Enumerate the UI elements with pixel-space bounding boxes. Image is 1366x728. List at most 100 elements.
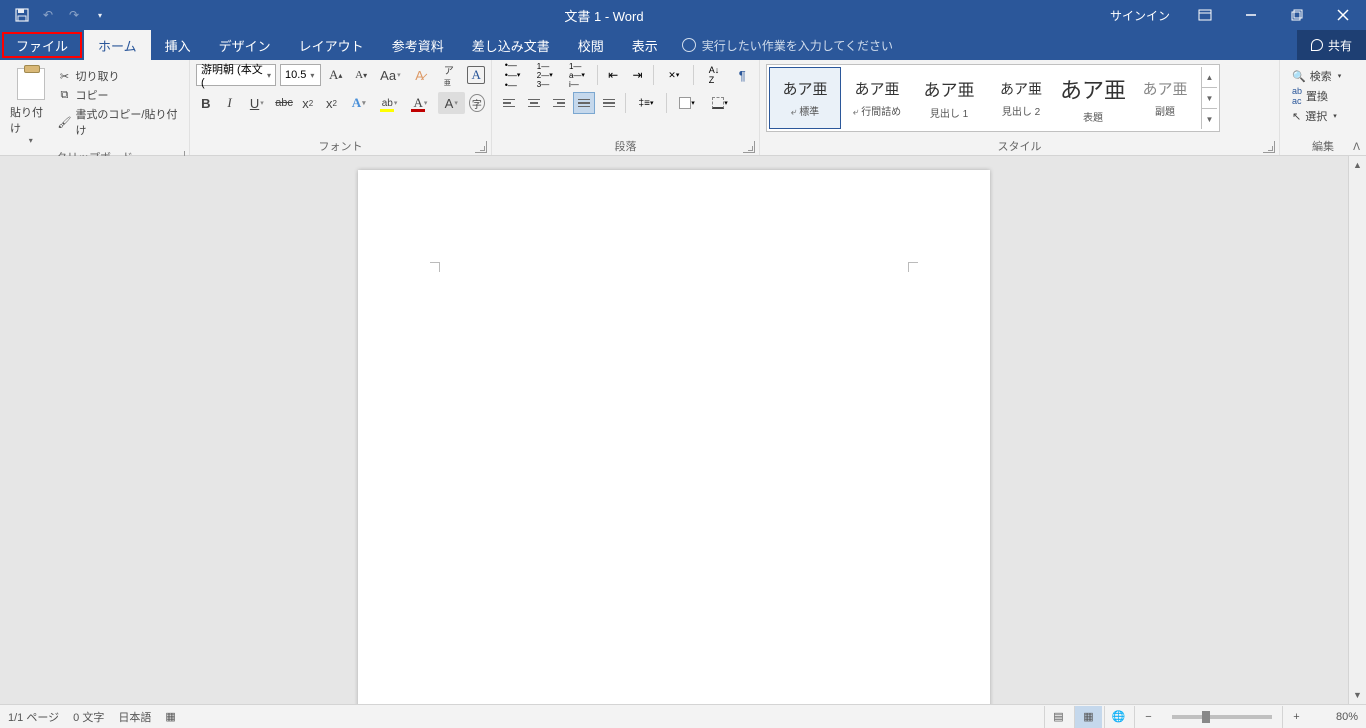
title-bar: ↶ ↷ ▾ 文書 1 - Word サインイン <box>0 0 1366 30</box>
char-shading-button[interactable]: A▾ <box>438 92 465 114</box>
gallery-down-icon[interactable]: ▼ <box>1202 88 1217 109</box>
font-label: フォント <box>319 138 363 154</box>
tab-mailings[interactable]: 差し込み文書 <box>458 30 564 60</box>
italic-button[interactable]: I <box>220 92 240 114</box>
bulb-icon <box>682 38 696 52</box>
maximize-icon[interactable] <box>1274 0 1320 30</box>
vertical-scrollbar[interactable]: ▲ ▼ <box>1348 156 1366 704</box>
replace-button[interactable]: abac置換 <box>1292 86 1341 106</box>
tab-home[interactable]: ホーム <box>84 30 151 60</box>
group-styles: あア亜⤶ 標準 あア亜⤶ 行間詰め あア亜見出し 1 あア亜見出し 2 あア亜表… <box>760 60 1280 155</box>
clear-formatting-button[interactable]: A̷ <box>409 64 430 86</box>
search-icon: 🔍 <box>1292 70 1306 83</box>
zoom-slider[interactable] <box>1172 715 1272 719</box>
undo-icon[interactable]: ↶ <box>38 5 58 25</box>
document-page[interactable] <box>358 170 990 704</box>
align-center-button[interactable] <box>523 92 545 114</box>
decrease-indent-button[interactable]: ⇤ <box>602 64 623 86</box>
style-subtitle[interactable]: あア亜副題 <box>1129 67 1201 129</box>
style-normal[interactable]: あア亜⤶ 標準 <box>769 67 841 129</box>
signin-button[interactable]: サインイン <box>1098 7 1182 24</box>
margin-corner-icon <box>430 262 440 272</box>
tab-layout[interactable]: レイアウト <box>285 30 378 60</box>
style-heading2[interactable]: あア亜見出し 2 <box>985 67 1057 129</box>
gallery-more-icon[interactable]: ▼ <box>1202 109 1217 129</box>
char-border-button[interactable]: A <box>467 66 485 84</box>
format-painter-button[interactable]: 🖌書式のコピー/貼り付け <box>57 106 181 138</box>
asian-layout-button[interactable]: ✕▾ <box>659 64 688 86</box>
qat-dropdown-icon[interactable]: ▾ <box>90 5 110 25</box>
minimize-icon[interactable] <box>1228 0 1274 30</box>
dialog-launcher-icon[interactable] <box>475 141 487 153</box>
phonetic-guide-button[interactable]: ア亜 <box>434 64 463 86</box>
style-heading1[interactable]: あア亜見出し 1 <box>913 67 985 129</box>
collapse-ribbon-icon[interactable]: ᐱ <box>1353 142 1360 153</box>
shrink-font-button[interactable]: A▾ <box>350 64 371 86</box>
bullets-button[interactable]: •—•—•—▾ <box>498 64 527 86</box>
increase-indent-button[interactable]: ⇥ <box>627 64 648 86</box>
align-left-button[interactable] <box>498 92 520 114</box>
text-effects-button[interactable]: A▾ <box>345 92 372 114</box>
word-count[interactable]: 0 文字 <box>73 709 104 725</box>
numbering-button[interactable]: 1—2—3—▾ <box>530 64 559 86</box>
font-size-combo[interactable]: 10.5▾ <box>280 64 321 86</box>
justify-button[interactable] <box>573 92 595 114</box>
line-spacing-button[interactable]: ‡≡▾ <box>631 92 661 114</box>
multilevel-list-button[interactable]: 1— a— i—▾ <box>562 64 591 86</box>
grow-font-button[interactable]: A▴ <box>325 64 346 86</box>
style-nospacing[interactable]: あア亜⤶ 行間詰め <box>841 67 913 129</box>
enclose-char-button[interactable]: 字 <box>469 94 485 112</box>
tell-me-search[interactable]: 実行したい作業を入力してください <box>682 37 893 54</box>
paste-button[interactable]: 貼り付け ▾ <box>6 64 55 147</box>
margin-corner-icon <box>908 262 918 272</box>
dialog-launcher-icon[interactable] <box>743 141 755 153</box>
distributed-button[interactable] <box>598 92 620 114</box>
underline-button[interactable]: U▾ <box>243 92 270 114</box>
gallery-up-icon[interactable]: ▲ <box>1202 67 1217 88</box>
copy-icon: ⧉ <box>57 88 71 102</box>
redo-icon[interactable]: ↷ <box>64 5 84 25</box>
zoom-level[interactable]: 80% <box>1312 711 1358 723</box>
superscript-button[interactable]: x2 <box>322 92 342 114</box>
zoom-in-button[interactable]: + <box>1282 706 1310 728</box>
save-icon[interactable] <box>12 5 32 25</box>
zoom-out-button[interactable]: − <box>1134 706 1162 728</box>
read-mode-icon[interactable]: ▤ <box>1044 706 1072 728</box>
page-count[interactable]: 1/1 ページ <box>8 709 59 725</box>
ribbon: 貼り付け ▾ ✂切り取り ⧉コピー 🖌書式のコピー/貼り付け クリップボード 游… <box>0 60 1366 156</box>
tab-view[interactable]: 表示 <box>618 30 672 60</box>
change-case-button[interactable]: Aa▾ <box>376 64 405 86</box>
shading-button[interactable]: ▾ <box>672 92 702 114</box>
borders-button[interactable]: ▾ <box>705 92 735 114</box>
tab-design[interactable]: デザイン <box>205 30 285 60</box>
find-button[interactable]: 🔍検索▾ <box>1292 68 1341 84</box>
copy-button[interactable]: ⧉コピー <box>57 87 181 103</box>
tab-review[interactable]: 校閲 <box>564 30 618 60</box>
chevron-down-icon: ▾ <box>267 71 271 80</box>
tab-insert[interactable]: 挿入 <box>151 30 205 60</box>
language-status[interactable]: 日本語 <box>118 709 151 725</box>
macro-status-icon[interactable]: ▦ <box>165 710 175 723</box>
ribbon-display-icon[interactable] <box>1182 0 1228 30</box>
scroll-up-icon[interactable]: ▲ <box>1349 156 1366 174</box>
strikethrough-button[interactable]: abc <box>274 92 294 114</box>
align-right-button[interactable] <box>548 92 570 114</box>
print-layout-icon[interactable]: ▦ <box>1074 706 1102 728</box>
style-title[interactable]: あア亜表題 <box>1057 67 1129 129</box>
tab-file[interactable]: ファイル <box>2 32 82 58</box>
scroll-down-icon[interactable]: ▼ <box>1349 686 1366 704</box>
bold-button[interactable]: B <box>196 92 216 114</box>
cut-button[interactable]: ✂切り取り <box>57 68 181 84</box>
sort-button[interactable]: A↓Z <box>699 64 728 86</box>
highlight-button[interactable]: ab▾ <box>376 92 403 114</box>
font-name-combo[interactable]: 游明朝 (本文(▾ <box>196 64 276 86</box>
dialog-launcher-icon[interactable] <box>1263 141 1275 153</box>
tab-references[interactable]: 参考資料 <box>378 30 458 60</box>
show-marks-button[interactable]: ¶ <box>732 64 753 86</box>
web-layout-icon[interactable]: 🌐 <box>1104 706 1132 728</box>
font-color-button[interactable]: A▾ <box>407 92 434 114</box>
select-button[interactable]: ↖選択▾ <box>1292 108 1341 124</box>
share-button[interactable]: 共有 <box>1297 30 1366 60</box>
close-icon[interactable] <box>1320 0 1366 30</box>
subscript-button[interactable]: x2 <box>298 92 318 114</box>
